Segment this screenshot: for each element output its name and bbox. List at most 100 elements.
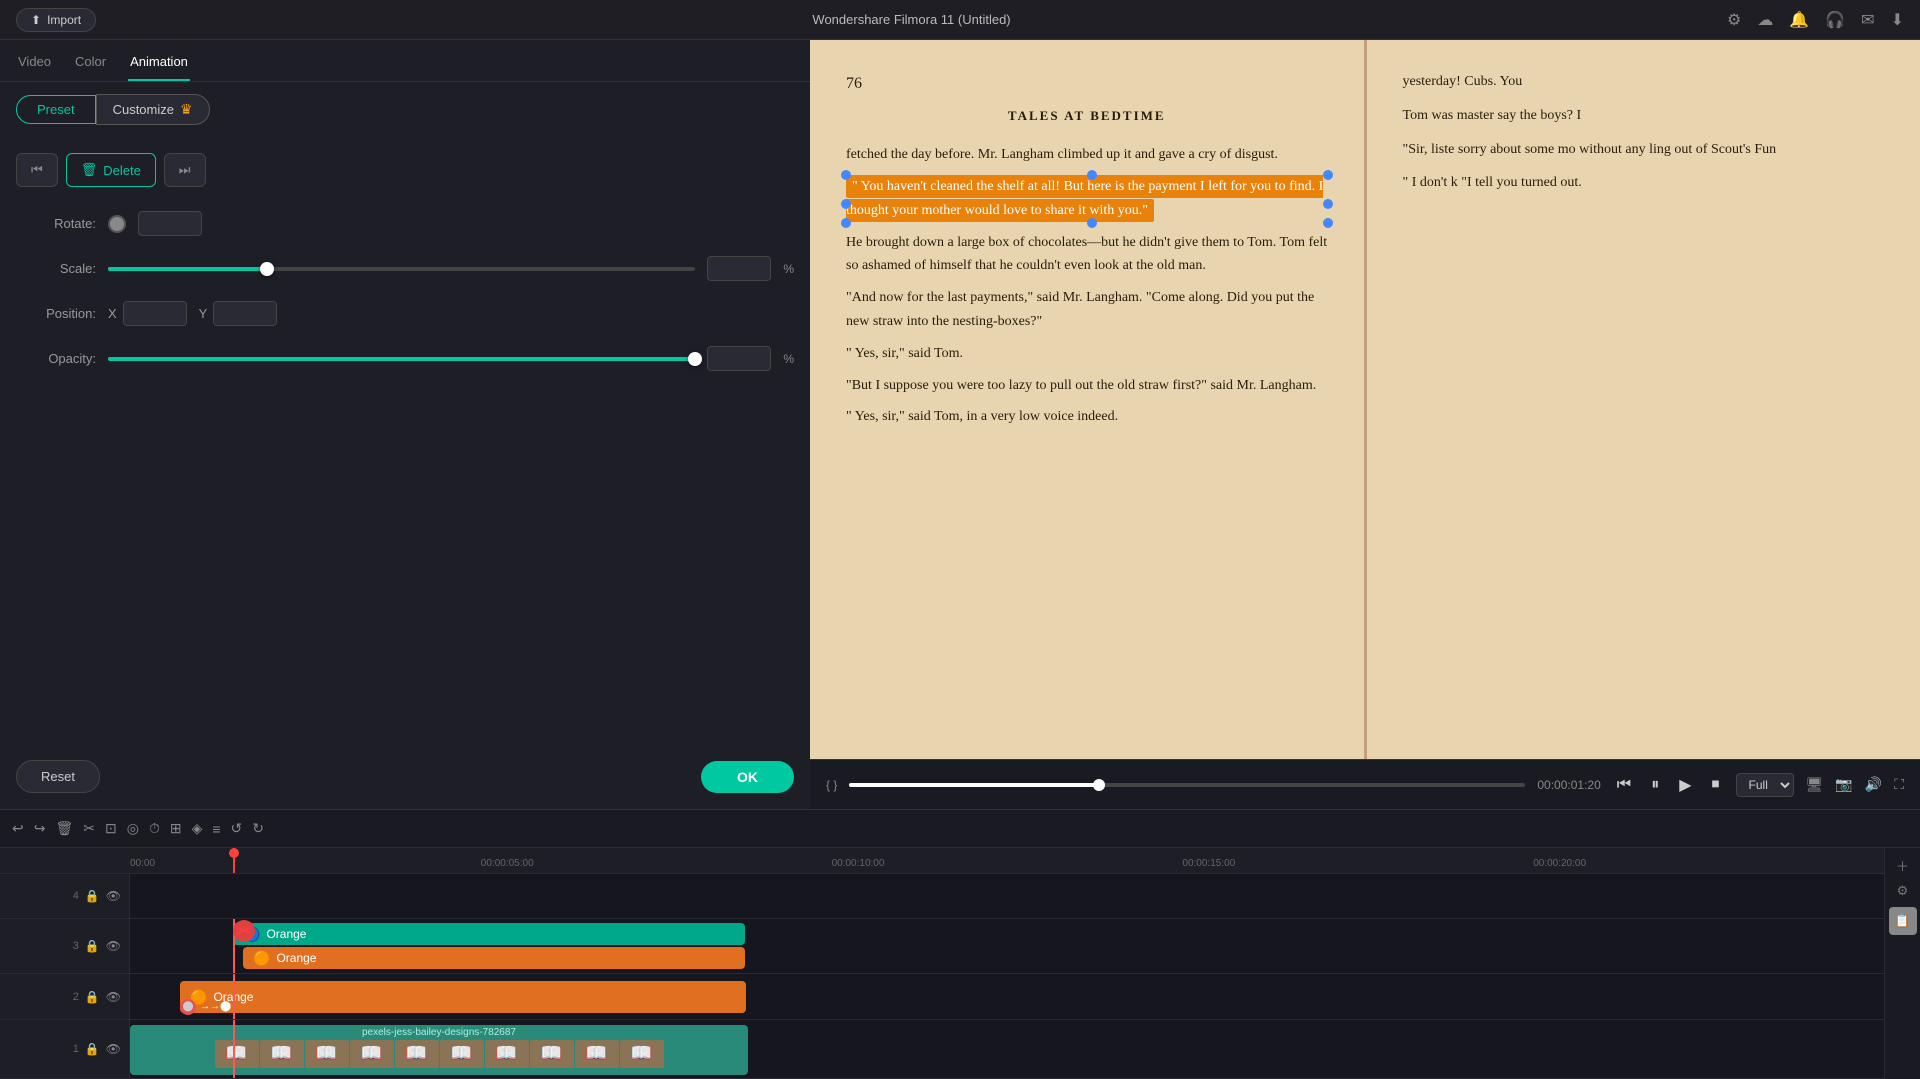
opacity-slider-track[interactable]: [108, 357, 695, 361]
cut-icon[interactable]: ✂: [83, 820, 95, 837]
track-num-2: 2: [73, 991, 79, 1003]
opacity-slider-thumb[interactable]: [688, 352, 702, 366]
track1-eye-icon[interactable]: 👁: [106, 1042, 121, 1056]
add-track-icon[interactable]: ＋: [1896, 856, 1909, 875]
rotate-input[interactable]: 1.1: [138, 211, 202, 236]
paragraph4: " Yes, sir," said Tom.: [846, 342, 1328, 366]
track-header-4: 4 🔒 👁: [0, 874, 130, 918]
track3-lock-icon[interactable]: 🔒: [85, 939, 100, 953]
rotate-dial[interactable]: [108, 215, 126, 233]
track1-content: pexels-jess-bailey-designs-782687 📖 📖 📖 …: [130, 1020, 1884, 1078]
mail-icon[interactable]: ✉: [1861, 10, 1874, 30]
left-panel: Video Color Animation Preset Customize ♛…: [0, 40, 810, 809]
import-label: Import: [47, 13, 81, 27]
redo2-icon[interactable]: ↻: [252, 820, 264, 837]
color-icon[interactable]: ◈: [192, 820, 203, 837]
layout-icon[interactable]: ⊞: [170, 820, 182, 837]
screenshot-icon[interactable]: 📷: [1835, 776, 1852, 793]
opacity-label: Opacity:: [16, 351, 96, 366]
thumb-7: 📖: [530, 1040, 574, 1068]
track4-lock-icon[interactable]: 🔒: [85, 889, 100, 903]
quality-select[interactable]: Full: [1736, 773, 1794, 797]
undo2-icon[interactable]: ↺: [231, 820, 243, 837]
progress-bar[interactable]: [849, 783, 1525, 787]
timeline-body: 00:00 00:00:05:00 00:00:10:00 00:00:15:0…: [0, 848, 1920, 1079]
track2-lock-icon[interactable]: 🔒: [85, 990, 100, 1004]
bell-icon[interactable]: 🔔: [1789, 10, 1809, 30]
play-pause-button[interactable]: ⏸: [1647, 772, 1663, 798]
download-icon[interactable]: ⬇: [1891, 10, 1904, 30]
fullscreen-icon[interactable]: ⛶: [1894, 776, 1904, 793]
scale-slider-track[interactable]: [108, 267, 695, 271]
track3-teal-clip[interactable]: 🔵 Orange: [233, 923, 745, 945]
customize-button[interactable]: Customize ♛: [96, 94, 210, 125]
step-back-button[interactable]: ⏮: [1613, 772, 1635, 798]
headphone-icon[interactable]: 🎧: [1825, 10, 1845, 30]
pos-y-axis-label: Y: [199, 306, 208, 321]
ruler-content: 00:00 00:00:05:00 00:00:10:00 00:00:15:0…: [0, 858, 1884, 869]
thumb-0: 📖: [215, 1040, 259, 1068]
thumb-9: 📖: [620, 1040, 664, 1068]
track-row-2: 2 🔒 👁 🟠 Orange ⬤ →→⬤: [0, 974, 1884, 1019]
selection-handle-bm[interactable]: [1087, 218, 1097, 228]
volume-icon[interactable]: 🔊: [1865, 776, 1882, 793]
crop-icon[interactable]: ⊡: [105, 820, 117, 837]
settings-icon[interactable]: ⚙: [1727, 10, 1741, 30]
position-label: Position:: [16, 306, 96, 321]
redo-icon[interactable]: ↪: [34, 820, 46, 837]
ok-button[interactable]: OK: [701, 761, 794, 793]
screen-icon[interactable]: 🖥: [1806, 776, 1824, 793]
selection-handle-br[interactable]: [1323, 218, 1333, 228]
tab-color[interactable]: Color: [73, 48, 108, 81]
opacity-input[interactable]: 100: [707, 346, 771, 371]
selection-handle-mr[interactable]: [1323, 199, 1333, 209]
track1-video-clip[interactable]: pexels-jess-bailey-designs-782687 📖 📖 📖 …: [130, 1025, 748, 1075]
thumb-4: 📖: [395, 1040, 439, 1068]
pos-y-input[interactable]: 313.8: [213, 301, 277, 326]
paragraph3: "And now for the last payments," said Mr…: [846, 286, 1328, 334]
right-text2: Tom was master say the boys? I: [1403, 104, 1885, 128]
track2-orange-clip[interactable]: 🟠 Orange: [180, 981, 746, 1013]
cloud-icon[interactable]: ☁: [1757, 10, 1773, 30]
scale-slider-thumb[interactable]: [260, 262, 274, 276]
undo-icon[interactable]: ↩: [12, 820, 24, 837]
delete-button[interactable]: 🗑 Delete: [66, 153, 156, 187]
track4-eye-icon[interactable]: 👁: [106, 889, 121, 903]
settings-track-icon[interactable]: ⚙: [1897, 883, 1909, 899]
trash-icon[interactable]: 🗑: [55, 820, 73, 837]
scale-label: Scale:: [16, 261, 96, 276]
progress-thumb[interactable]: [1093, 779, 1105, 791]
thumb-3: 📖: [350, 1040, 394, 1068]
play-button[interactable]: ▶: [1675, 771, 1695, 799]
track3-orange-clip[interactable]: 🟠 Orange: [243, 947, 745, 969]
scale-input[interactable]: 28.7: [707, 256, 771, 281]
pos-x-input[interactable]: -319.3: [123, 301, 187, 326]
motion-icon[interactable]: ◎: [127, 820, 139, 837]
stop-button[interactable]: ⏹: [1708, 772, 1724, 798]
thumb-8: 📖: [575, 1040, 619, 1068]
track-row-1: 1 🔒 👁 pexels-jess-bailey-designs-782687 …: [0, 1020, 1884, 1079]
preset-button[interactable]: Preset: [16, 95, 96, 124]
track3-eye-icon[interactable]: 👁: [106, 939, 121, 953]
paragraph6: " Yes, sir," said Tom, in a very low voi…: [846, 405, 1328, 429]
track1-lock-icon[interactable]: 🔒: [85, 1042, 100, 1056]
selection-handle-tm[interactable]: [1087, 170, 1097, 180]
next-keyframe-button[interactable]: ⏭: [164, 153, 206, 187]
selection-handle-bl[interactable]: [841, 218, 851, 228]
clock-icon[interactable]: ⏱: [149, 820, 160, 837]
list-icon[interactable]: ≡: [212, 821, 220, 837]
tab-animation[interactable]: Animation: [128, 48, 190, 81]
prev-keyframe-button[interactable]: ⏮: [16, 153, 58, 187]
selection-handle-tr[interactable]: [1323, 170, 1333, 180]
reset-button[interactable]: Reset: [16, 760, 100, 793]
import-button[interactable]: ⬆ Import: [16, 8, 96, 32]
book-page-left: 76 TALES AT BEDTIME fetched the day befo…: [810, 40, 1364, 759]
time-brackets: { }: [826, 778, 837, 792]
track-header-2: 2 🔒 👁: [0, 974, 130, 1018]
top-bar: ⬆ Import Wondershare Filmora 11 (Untitle…: [0, 0, 1920, 40]
tab-video[interactable]: Video: [16, 48, 53, 81]
selection-handle-ml[interactable]: [841, 199, 851, 209]
track2-eye-icon[interactable]: 👁: [106, 990, 121, 1004]
right-text1: yesterday! Cubs. You: [1403, 70, 1885, 94]
pos-x-axis-label: X: [108, 306, 117, 321]
